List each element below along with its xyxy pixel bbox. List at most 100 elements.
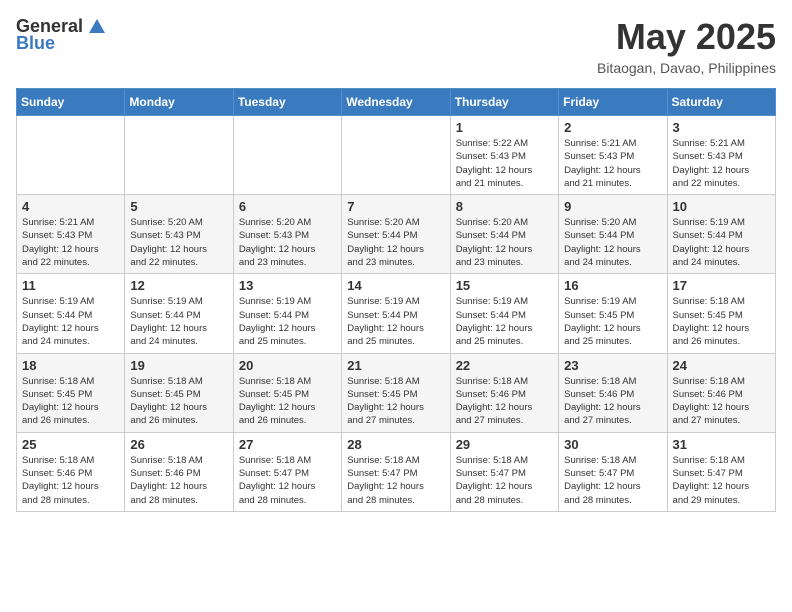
day-number: 28 — [347, 437, 444, 452]
table-row: 19Sunrise: 5:18 AM Sunset: 5:45 PM Dayli… — [125, 353, 233, 432]
day-info: Sunrise: 5:18 AM Sunset: 5:46 PM Dayligh… — [456, 375, 553, 428]
logo-blue: Blue — [16, 33, 55, 54]
table-row: 5 Sunrise: 5:20 AM Sunset: 5:43 PM Daylig… — [125, 195, 233, 274]
calendar-week-1: 1Sunrise: 5:22 AM Sunset: 5:43 PM Daylig… — [17, 116, 776, 195]
day-number: 27 — [239, 437, 336, 452]
day-number: 4 — [22, 199, 119, 214]
table-row: 7Sunrise: 5:20 AM Sunset: 5:44 PM Daylig… — [342, 195, 450, 274]
day-info: Sunrise: 5:19 AM Sunset: 5:44 PM Dayligh… — [22, 295, 119, 348]
title-block: May 2025 Bitaogan, Davao, Philippines — [597, 16, 776, 76]
table-row: 1Sunrise: 5:22 AM Sunset: 5:43 PM Daylig… — [450, 116, 558, 195]
page-header: General Blue May 2025 Bitaogan, Davao, P… — [16, 16, 776, 76]
day-number: 8 — [456, 199, 553, 214]
day-info: Sunrise: 5:18 AM Sunset: 5:47 PM Dayligh… — [456, 454, 553, 507]
table-row: 26Sunrise: 5:18 AM Sunset: 5:46 PM Dayli… — [125, 432, 233, 511]
table-row: 25 Sunrise: 5:18 AM Sunset: 5:46 PM Dayli… — [17, 432, 125, 511]
day-info: Sunrise: 5:19 AM Sunset: 5:44 PM Dayligh… — [456, 295, 553, 348]
table-row: 17 Sunrise: 5:18 AM Sunset: 5:45 PM Dayli… — [667, 274, 775, 353]
day-info: Sunrise: 5:19 AM Sunset: 5:44 PM Dayligh… — [130, 295, 227, 348]
day-number: 19 — [130, 358, 227, 373]
day-info: Sunrise: 5:18 AM Sunset: 5:47 PM Dayligh… — [564, 454, 661, 507]
col-saturday: Saturday — [667, 89, 775, 116]
day-info: Sunrise: 5:18 AM Sunset: 5:46 PM Dayligh… — [22, 454, 119, 507]
day-number: 3 — [673, 120, 770, 135]
day-info: Sunrise: 5:18 AM Sunset: 5:45 PM Dayligh… — [22, 375, 119, 428]
header-row: Sunday Monday Tuesday Wednesday Thursday… — [17, 89, 776, 116]
day-info: Sunrise: 5:18 AM Sunset: 5:45 PM Dayligh… — [673, 295, 770, 348]
day-number: 16 — [564, 278, 661, 293]
table-row: 18 Sunrise: 5:18 AM Sunset: 5:45 PM Dayli… — [17, 353, 125, 432]
day-number: 17 — [673, 278, 770, 293]
table-row: 13 Sunrise: 5:19 AM Sunset: 5:44 PM Dayli… — [233, 274, 341, 353]
table-row — [233, 116, 341, 195]
day-info: Sunrise: 5:20 AM Sunset: 5:44 PM Dayligh… — [456, 216, 553, 269]
calendar-table: Sunday Monday Tuesday Wednesday Thursday… — [16, 88, 776, 512]
logo-icon — [87, 17, 107, 37]
day-info: Sunrise: 5:21 AM Sunset: 5:43 PM Dayligh… — [673, 137, 770, 190]
table-row: 29 Sunrise: 5:18 AM Sunset: 5:47 PM Dayli… — [450, 432, 558, 511]
day-number: 21 — [347, 358, 444, 373]
day-number: 24 — [673, 358, 770, 373]
day-info: Sunrise: 5:18 AM Sunset: 5:45 PM Dayligh… — [239, 375, 336, 428]
month-title: May 2025 — [597, 16, 776, 58]
calendar-header: Sunday Monday Tuesday Wednesday Thursday… — [17, 89, 776, 116]
day-info: Sunrise: 5:20 AM Sunset: 5:44 PM Dayligh… — [347, 216, 444, 269]
table-row: 6 Sunrise: 5:20 AM Sunset: 5:43 PM Daylig… — [233, 195, 341, 274]
day-info: Sunrise: 5:20 AM Sunset: 5:43 PM Dayligh… — [239, 216, 336, 269]
day-number: 5 — [130, 199, 227, 214]
day-info: Sunrise: 5:20 AM Sunset: 5:43 PM Dayligh… — [130, 216, 227, 269]
calendar-body: 1Sunrise: 5:22 AM Sunset: 5:43 PM Daylig… — [17, 116, 776, 512]
day-number: 9 — [564, 199, 661, 214]
day-number: 6 — [239, 199, 336, 214]
day-info: Sunrise: 5:18 AM Sunset: 5:47 PM Dayligh… — [347, 454, 444, 507]
day-number: 25 — [22, 437, 119, 452]
day-number: 20 — [239, 358, 336, 373]
col-thursday: Thursday — [450, 89, 558, 116]
day-info: Sunrise: 5:19 AM Sunset: 5:44 PM Dayligh… — [347, 295, 444, 348]
day-number: 13 — [239, 278, 336, 293]
day-number: 22 — [456, 358, 553, 373]
table-row: 21 Sunrise: 5:18 AM Sunset: 5:45 PM Dayli… — [342, 353, 450, 432]
table-row: 11 Sunrise: 5:19 AM Sunset: 5:44 PM Dayli… — [17, 274, 125, 353]
calendar-week-4: 18 Sunrise: 5:18 AM Sunset: 5:45 PM Dayli… — [17, 353, 776, 432]
table-row: 31 Sunrise: 5:18 AM Sunset: 5:47 PM Dayli… — [667, 432, 775, 511]
day-info: Sunrise: 5:18 AM Sunset: 5:46 PM Dayligh… — [130, 454, 227, 507]
day-number: 1 — [456, 120, 553, 135]
day-info: Sunrise: 5:20 AM Sunset: 5:44 PM Dayligh… — [564, 216, 661, 269]
table-row: 22 Sunrise: 5:18 AM Sunset: 5:46 PM Dayli… — [450, 353, 558, 432]
calendar-week-2: 4Sunrise: 5:21 AM Sunset: 5:43 PM Daylig… — [17, 195, 776, 274]
day-info: Sunrise: 5:19 AM Sunset: 5:45 PM Dayligh… — [564, 295, 661, 348]
col-tuesday: Tuesday — [233, 89, 341, 116]
table-row — [342, 116, 450, 195]
table-row: 9 Sunrise: 5:20 AM Sunset: 5:44 PM Daylig… — [559, 195, 667, 274]
table-row: 10Sunrise: 5:19 AM Sunset: 5:44 PM Dayli… — [667, 195, 775, 274]
day-number: 14 — [347, 278, 444, 293]
day-info: Sunrise: 5:18 AM Sunset: 5:45 PM Dayligh… — [347, 375, 444, 428]
col-sunday: Sunday — [17, 89, 125, 116]
table-row: 3 Sunrise: 5:21 AM Sunset: 5:43 PM Daylig… — [667, 116, 775, 195]
table-row: 15 Sunrise: 5:19 AM Sunset: 5:44 PM Dayli… — [450, 274, 558, 353]
day-number: 31 — [673, 437, 770, 452]
table-row: 24Sunrise: 5:18 AM Sunset: 5:46 PM Dayli… — [667, 353, 775, 432]
table-row: 20 Sunrise: 5:18 AM Sunset: 5:45 PM Dayli… — [233, 353, 341, 432]
table-row — [125, 116, 233, 195]
day-info: Sunrise: 5:18 AM Sunset: 5:47 PM Dayligh… — [239, 454, 336, 507]
table-row: 27 Sunrise: 5:18 AM Sunset: 5:47 PM Dayli… — [233, 432, 341, 511]
table-row: 16 Sunrise: 5:19 AM Sunset: 5:45 PM Dayli… — [559, 274, 667, 353]
location: Bitaogan, Davao, Philippines — [597, 60, 776, 76]
table-row: 2Sunrise: 5:21 AM Sunset: 5:43 PM Daylig… — [559, 116, 667, 195]
day-info: Sunrise: 5:18 AM Sunset: 5:47 PM Dayligh… — [673, 454, 770, 507]
col-wednesday: Wednesday — [342, 89, 450, 116]
day-number: 29 — [456, 437, 553, 452]
day-number: 23 — [564, 358, 661, 373]
day-number: 2 — [564, 120, 661, 135]
table-row: 12 Sunrise: 5:19 AM Sunset: 5:44 PM Dayli… — [125, 274, 233, 353]
table-row: 4Sunrise: 5:21 AM Sunset: 5:43 PM Daylig… — [17, 195, 125, 274]
day-number: 11 — [22, 278, 119, 293]
day-info: Sunrise: 5:19 AM Sunset: 5:44 PM Dayligh… — [239, 295, 336, 348]
day-number: 15 — [456, 278, 553, 293]
day-number: 18 — [22, 358, 119, 373]
col-monday: Monday — [125, 89, 233, 116]
day-number: 12 — [130, 278, 227, 293]
day-info: Sunrise: 5:18 AM Sunset: 5:46 PM Dayligh… — [564, 375, 661, 428]
